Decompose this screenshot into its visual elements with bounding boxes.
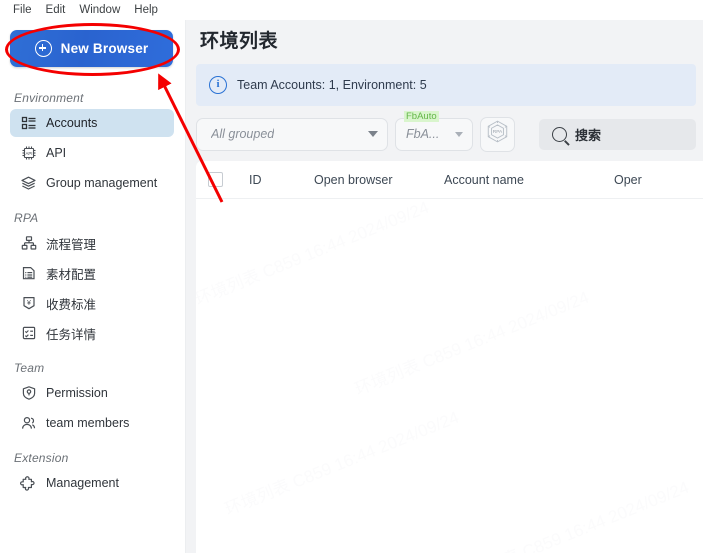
sidebar-item-api[interactable]: API API: [10, 139, 174, 167]
document-list-icon: [20, 265, 37, 282]
table-header-select-all: [196, 172, 234, 187]
sidebar-list-rpa: 流程管理 素材配置 ¥ 收费标准 任务详情: [0, 229, 186, 347]
sidebar-item-task-details[interactable]: 任务详情: [10, 319, 174, 347]
sidebar-item-label: 素材配置: [46, 267, 97, 282]
select-all-checkbox[interactable]: [207, 172, 223, 187]
app-window: File Edit Window Help New Browser Enviro…: [0, 0, 703, 553]
watermark: 环境列表 C859 16:44 2024/09/24: [452, 477, 692, 553]
sidebar-item-label: API: [46, 146, 67, 160]
menu-item-file[interactable]: File: [6, 0, 39, 20]
menu-item-edit[interactable]: Edit: [39, 0, 73, 20]
table-header-row: ID Open browser Account name Oper: [196, 161, 703, 199]
sidebar-section-environment: Environment: [14, 91, 84, 105]
main-panel: 环境列表 i Team Accounts: 1, Environment: 5 …: [186, 14, 703, 553]
sidebar-item-material-config[interactable]: 素材配置: [10, 259, 174, 287]
puzzle-piece-icon: [20, 475, 37, 492]
table-header-id[interactable]: ID: [234, 173, 314, 187]
chevron-down-icon: [455, 131, 463, 137]
sidebar-item-process-management[interactable]: 流程管理: [10, 229, 174, 257]
info-banner: i Team Accounts: 1, Environment: 5: [196, 64, 696, 106]
sidebar-item-group-management[interactable]: Group management: [10, 169, 174, 197]
table-body: 环境列表 C859 16:44 2024/09/24 环境列表 C859 16:…: [196, 198, 703, 553]
sidebar-item-management[interactable]: Management: [10, 469, 174, 497]
sidebar-item-team-members[interactable]: team members: [10, 409, 174, 437]
group-filter-select[interactable]: All grouped: [196, 117, 388, 151]
chip-api-icon: API: [20, 145, 37, 162]
group-filter-value: All grouped: [211, 127, 275, 141]
info-circle-icon: i: [209, 76, 227, 94]
search-input[interactable]: 搜索: [539, 118, 696, 150]
menu-item-help[interactable]: Help: [127, 0, 165, 20]
search-icon: [552, 126, 567, 142]
svg-text:API: API: [25, 151, 32, 156]
new-browser-button[interactable]: New Browser: [10, 30, 173, 67]
info-banner-text: Team Accounts: 1, Environment: 5: [237, 78, 427, 92]
sidebar-item-label: 任务详情: [46, 327, 97, 342]
fbauto-float-label: FbAuto: [404, 110, 439, 122]
svg-text:¥: ¥: [27, 300, 31, 307]
watermark: 环境列表 C859 16:44 2024/09/24: [196, 197, 432, 310]
sidebar-item-accounts[interactable]: Accounts: [10, 109, 174, 137]
fbauto-value: FbA...: [406, 127, 440, 141]
rpa-button[interactable]: RPA: [480, 116, 515, 152]
sidebar-list-team: Permission team members: [0, 379, 186, 437]
table-header-operation[interactable]: Oper: [614, 173, 703, 187]
plus-circle-icon: [34, 40, 52, 57]
toolbar: All grouped FbAuto FbA... RPA 搜索: [196, 110, 696, 152]
sidebar-item-label: team members: [46, 416, 130, 430]
watermark: 环境列表 C859 16:44 2024/09/24: [222, 407, 462, 520]
sidebar-list-environment: Accounts API API Group management: [0, 109, 186, 197]
list-view-icon: [20, 115, 37, 132]
people-icon: [20, 415, 37, 432]
page-title: 环境列表: [200, 31, 279, 52]
sidebar-section-rpa: RPA: [14, 211, 39, 225]
sidebar-item-label: 收费标准: [46, 297, 97, 312]
sidebar-item-label: Group management: [46, 176, 158, 190]
layers-icon: [20, 175, 37, 192]
org-chart-icon: [20, 235, 37, 252]
new-browser-button-label: New Browser: [60, 41, 149, 56]
svg-text:RPA: RPA: [493, 129, 503, 135]
sidebar-item-permission[interactable]: Permission: [10, 379, 174, 407]
table-header-open-browser[interactable]: Open browser: [314, 173, 444, 187]
sidebar-item-label: Accounts: [46, 116, 98, 130]
shield-key-icon: [20, 385, 37, 402]
rpa-hexagon-icon: RPA: [485, 119, 510, 149]
sidebar-section-extension: Extension: [14, 451, 69, 465]
sidebar-item-pricing[interactable]: ¥ 收费标准: [10, 289, 174, 317]
sidebar-item-label: Permission: [46, 386, 108, 400]
task-list-icon: [20, 325, 37, 342]
sidebar-list-extension: Management: [0, 469, 186, 497]
yen-tag-icon: ¥: [20, 295, 37, 312]
watermark: 环境列表 C859 16:44 2024/09/24: [352, 287, 592, 400]
menu-bar: File Edit Window Help: [0, 0, 703, 20]
fbauto-select[interactable]: FbAuto FbA...: [395, 110, 473, 151]
table-header-account-name[interactable]: Account name: [444, 173, 614, 187]
sidebar: New Browser Environment Accounts API API…: [0, 20, 186, 553]
search-placeholder: 搜索: [575, 127, 602, 143]
environment-table: ID Open browser Account name Oper 环境列表 C…: [196, 161, 703, 553]
sidebar-item-label: Management: [46, 476, 119, 490]
chevron-down-icon: [368, 131, 378, 137]
sidebar-item-label: 流程管理: [46, 237, 97, 252]
sidebar-section-team: Team: [14, 361, 45, 375]
menu-item-window[interactable]: Window: [72, 0, 127, 20]
